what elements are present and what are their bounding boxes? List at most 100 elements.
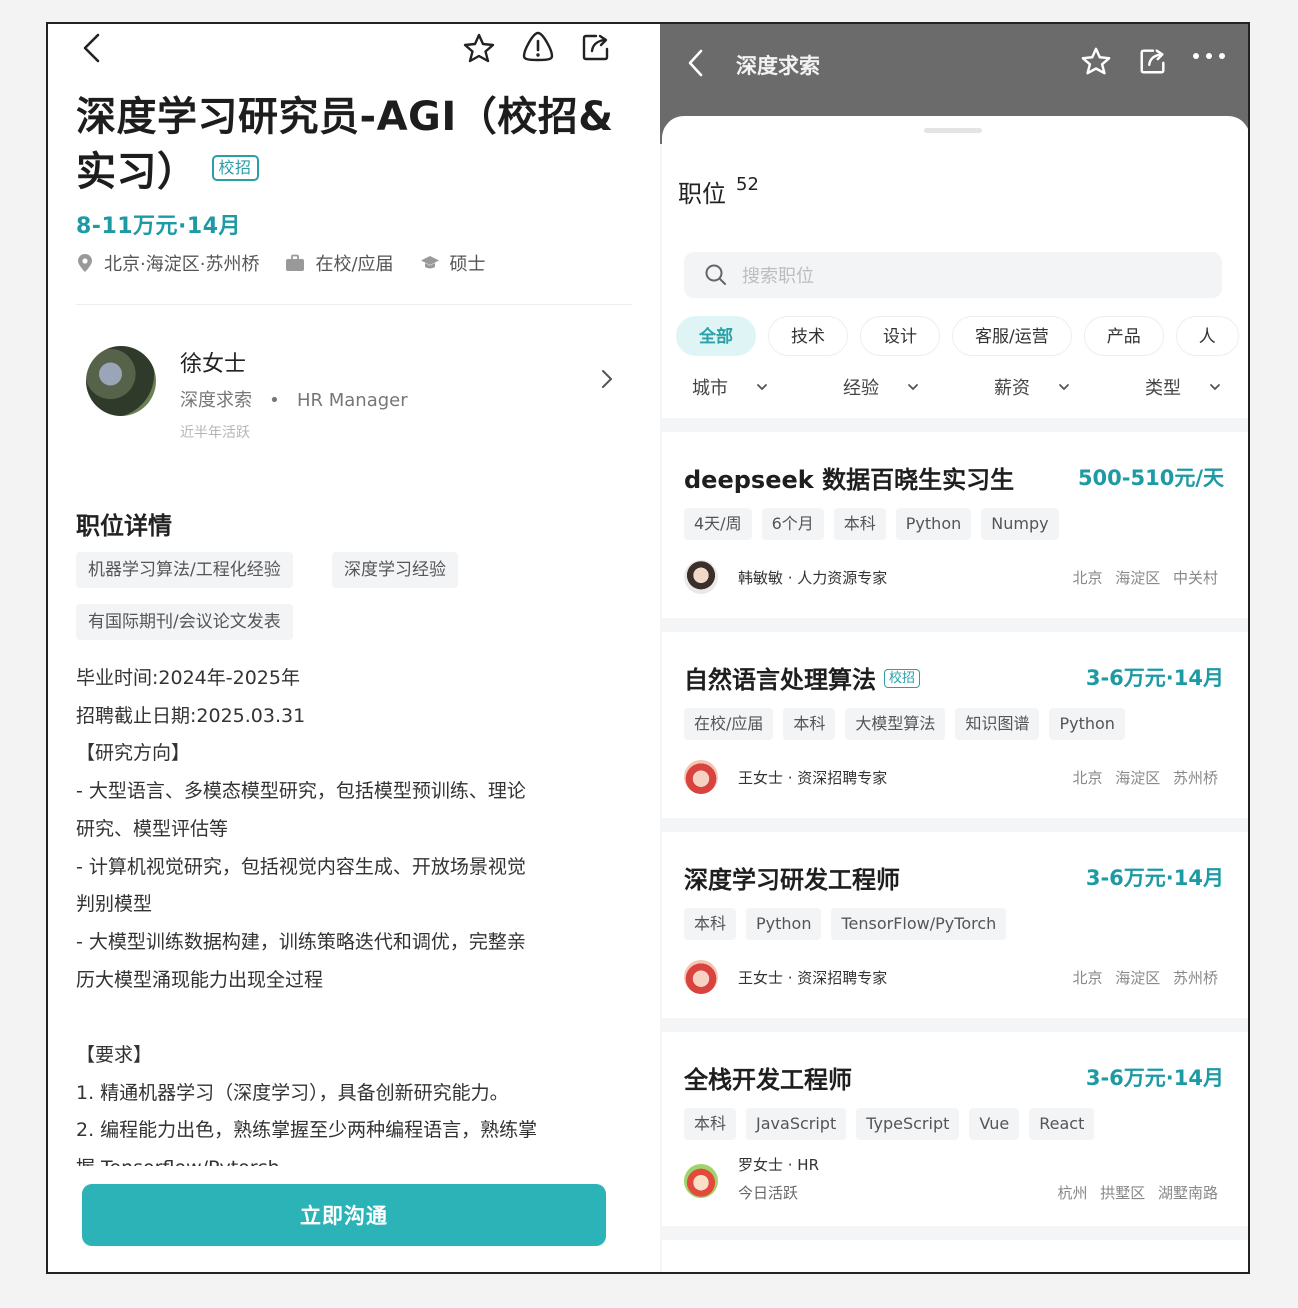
- job-tag: TensorFlow/PyTorch: [831, 908, 1007, 940]
- job-tag: Python: [746, 908, 822, 940]
- tab-service-ops[interactable]: 客服/运营: [952, 316, 1072, 356]
- job-card[interactable]: 自然语言处理算法 校招 3-6万元·14月 在校/应届 本科 大模型算法 知识图谱…: [664, 634, 1248, 818]
- bullet-separator: •: [257, 390, 292, 411]
- description-line: 2. 编程能力出色，熟练掌握至少两种编程语言，熟练掌: [76, 1119, 538, 1142]
- description-line: [76, 999, 616, 1037]
- meta-status: 在校/应届: [285, 250, 394, 276]
- job-card[interactable]: 深度学习研发工程师 3-6万元·14月 本科 Python TensorFlow…: [664, 834, 1248, 1018]
- chevron-down-icon: [908, 384, 918, 391]
- job-card-title: 全栈开发工程师: [684, 1066, 852, 1094]
- job-tag: Numpy: [981, 508, 1059, 540]
- tab-all[interactable]: 全部: [676, 316, 756, 356]
- job-tag: 4天/周: [684, 508, 752, 540]
- share-icon[interactable]: [1138, 46, 1168, 76]
- positions-label: 职位: [678, 180, 726, 208]
- tab-design[interactable]: 设计: [860, 316, 940, 356]
- chevron-down-icon: [1210, 384, 1220, 391]
- skill-tag: 深度学习经验: [332, 552, 458, 588]
- chevron-right-icon[interactable]: [600, 368, 614, 390]
- description-line: 判别模型: [76, 893, 153, 916]
- filter-label: 薪资: [994, 378, 1030, 399]
- meta-degree: 硕士: [420, 250, 486, 276]
- drag-handle[interactable]: [924, 128, 982, 133]
- meta-location: 北京·海淀区·苏州桥: [76, 250, 259, 276]
- positions-count: 52: [736, 174, 759, 195]
- graduation-cap-icon: [420, 256, 439, 269]
- divider: [660, 418, 1248, 432]
- chevron-down-icon: [757, 384, 767, 391]
- job-card-tags: 4天/周 6个月 本科 Python Numpy: [684, 508, 1069, 540]
- filter-experience[interactable]: 经验: [843, 374, 919, 400]
- filter-salary[interactable]: 薪资: [994, 374, 1070, 400]
- tab-hr[interactable]: 人: [1175, 316, 1239, 356]
- filter-city[interactable]: 城市: [692, 374, 768, 400]
- screenshot-frame: 深度学习研究员-AGI（校招&实习） 校招 8-11万元·14月 北京·海淀区·苏…: [46, 22, 1250, 1274]
- share-icon[interactable]: [580, 31, 612, 63]
- description-line: 招聘截止日期:2025.03.31: [76, 704, 306, 727]
- more-icon[interactable]: [1192, 52, 1226, 60]
- job-card[interactable]: deepseek 数据百晓生实习生 500-510元/天 4天/周 6个月 本科…: [664, 434, 1248, 618]
- job-card-tags: 本科 JavaScript TypeScript Vue React: [684, 1108, 1104, 1140]
- job-tag: Python: [1049, 708, 1125, 740]
- job-card-partial[interactable]: [664, 1240, 1248, 1272]
- description-line: 1. 精通机器学习（深度学习），具备创新研究能力。: [76, 1081, 509, 1104]
- divider: [660, 618, 1248, 632]
- avatar: [684, 960, 718, 994]
- avatar: [684, 560, 718, 594]
- divider: [660, 1226, 1248, 1240]
- star-icon[interactable]: [462, 32, 496, 64]
- meta-degree-text: 硕士: [449, 254, 486, 275]
- job-tag: React: [1029, 1108, 1095, 1140]
- job-tag: 在校/应届: [684, 708, 774, 740]
- job-title: 深度学习研究员-AGI（校招&实习） 校招: [76, 90, 636, 200]
- description-line: 握 Tensorflow/Pytorch: [76, 1150, 616, 1166]
- hr-name: 徐女士: [180, 352, 247, 377]
- company-jobs-pane: 深度求索 职位 52 搜索职位 全部 技术 设计 客服/运营 产品 人 城市 经…: [660, 24, 1248, 1272]
- star-icon[interactable]: [1080, 46, 1112, 76]
- hr-company: 深度求索: [180, 390, 252, 411]
- job-detail-pane: 深度学习研究员-AGI（校招&实习） 校招 8-11万元·14月 北京·海淀区·苏…: [48, 24, 660, 1272]
- job-card-tags: 本科 Python TensorFlow/PyTorch: [684, 908, 1016, 940]
- search-input[interactable]: 搜索职位: [684, 252, 1222, 298]
- chevron-down-icon: [1059, 384, 1069, 391]
- job-title-text: 深度学习研究员-AGI（校招&实习）: [76, 94, 614, 195]
- back-icon[interactable]: [684, 48, 708, 78]
- back-icon[interactable]: [78, 32, 106, 64]
- job-card-salary: 500-510元/天: [1077, 466, 1224, 490]
- job-tag: 知识图谱: [955, 708, 1040, 740]
- hr-card[interactable]: 徐女士 深度求索 • HR Manager 近半年活跃: [86, 346, 626, 446]
- chat-now-button[interactable]: 立即沟通: [82, 1184, 606, 1246]
- job-card-salary: 3-6万元·14月: [1085, 866, 1224, 890]
- job-tag: 本科: [833, 508, 886, 540]
- description-line: 【要求】: [76, 1044, 153, 1067]
- meta-status-text: 在校/应届: [315, 254, 394, 275]
- filter-type[interactable]: 类型: [1145, 374, 1221, 400]
- job-tag: 本科: [684, 1108, 737, 1140]
- description-line: - 计算机视觉研究，包括视觉内容生成、开放场景视觉: [76, 855, 526, 878]
- hr-active-status: 近半年活跃: [180, 425, 250, 441]
- job-card-tags: 在校/应届 本科 大模型算法 知识图谱 Python: [684, 708, 1135, 740]
- job-card-recruiter: 王女士 · 资深招聘专家: [738, 769, 888, 787]
- description-line: 【研究方向】: [76, 742, 191, 765]
- section-heading-detail: 职位详情: [76, 512, 172, 540]
- job-card[interactable]: 全栈开发工程师 3-6万元·14月 本科 JavaScript TypeScri…: [664, 1034, 1248, 1226]
- job-tag: TypeScript: [856, 1108, 960, 1140]
- hr-company-role: 深度求索 • HR Manager: [180, 386, 408, 412]
- job-card-recruiter: 罗女士 · HR: [738, 1156, 820, 1174]
- campus-badge: 校招: [884, 668, 921, 688]
- avatar: [86, 346, 156, 416]
- job-card-salary: 3-6万元·14月: [1085, 1066, 1224, 1090]
- tab-tech[interactable]: 技术: [768, 316, 848, 356]
- alert-icon[interactable]: [521, 30, 555, 64]
- job-card-active-status: 今日活跃: [738, 1184, 799, 1202]
- description-line: 研究、模型评估等: [76, 817, 229, 840]
- skill-tag: 有国际期刊/会议论文发表: [76, 604, 293, 640]
- tab-product[interactable]: 产品: [1083, 316, 1164, 356]
- job-tag: JavaScript: [746, 1108, 847, 1140]
- job-meta-row: 北京·海淀区·苏州桥 在校/应届 硕士: [76, 250, 512, 276]
- job-card-recruiter: 王女士 · 资深招聘专家: [738, 969, 888, 987]
- description-line: 历大模型涌现能力出现全过程: [76, 968, 324, 991]
- job-card-title: deepseek 数据百晓生实习生: [684, 466, 1015, 494]
- company-title: 深度求索: [736, 54, 820, 78]
- filter-bar: 城市 经验 薪资 类型: [692, 374, 1248, 404]
